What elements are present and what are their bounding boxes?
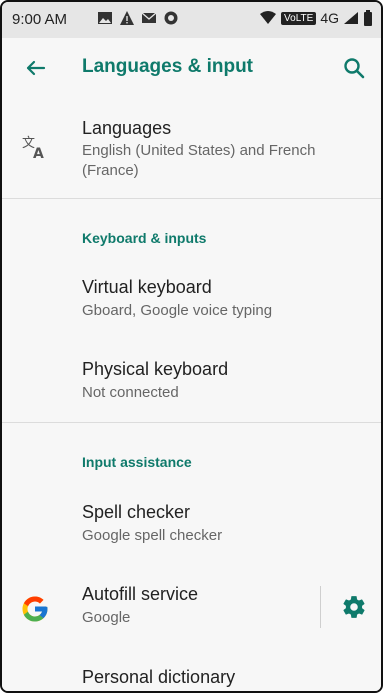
languages-summary: English (United States) and French (Fran…	[82, 142, 316, 179]
status-icons-right: VoLTE 4G	[259, 10, 373, 26]
settings-list: 文 A Languages English (United States) an…	[2, 100, 381, 691]
spell-checker-item[interactable]: Spell checker Google spell checker	[2, 486, 381, 566]
divider	[2, 198, 381, 199]
wifi-icon	[260, 11, 277, 24]
shield-icon	[164, 11, 178, 25]
warning-icon	[120, 11, 134, 25]
section-input-assistance: Input assistance	[82, 454, 192, 470]
status-time: 9:00 AM	[12, 11, 68, 28]
spell-checker-title: Spell checker	[82, 502, 191, 522]
personal-dictionary-title: Personal dictionary	[82, 667, 236, 687]
autofill-service-item[interactable]: Autofill service Google	[2, 568, 381, 650]
vertical-divider	[320, 586, 321, 628]
physical-keyboard-item[interactable]: Physical keyboard Not connected	[2, 342, 381, 422]
page-title: Languages & input	[82, 56, 253, 77]
phone-frame: 9:00 AM VoLTE 4G Languages & input 文 A L…	[0, 0, 383, 693]
app-bar: Languages & input	[2, 38, 381, 101]
gear-icon[interactable]	[341, 594, 367, 620]
translate-icon: 文 A	[22, 136, 44, 160]
google-g-icon	[22, 596, 48, 622]
languages-title: Languages	[82, 118, 172, 138]
virtual-keyboard-summary: Gboard, Google voice typing	[82, 302, 273, 319]
divider	[2, 422, 381, 423]
search-icon[interactable]	[341, 55, 367, 81]
signal-icon	[344, 12, 358, 24]
volte-badge: VoLTE	[281, 11, 317, 25]
physical-keyboard-title: Physical keyboard	[82, 359, 229, 379]
status-icons-left	[97, 10, 179, 26]
virtual-keyboard-item[interactable]: Virtual keyboard Gboard, Google voice ty…	[2, 260, 381, 340]
autofill-summary: Google	[82, 609, 131, 626]
status-bar: 9:00 AM VoLTE 4G	[2, 2, 381, 38]
autofill-title: Autofill service	[82, 584, 199, 604]
personal-dictionary-item[interactable]: Personal dictionary	[2, 652, 381, 691]
spell-checker-summary: Google spell checker	[82, 527, 223, 544]
virtual-keyboard-title: Virtual keyboard	[82, 277, 212, 297]
network-type: 4G	[320, 10, 339, 26]
physical-keyboard-summary: Not connected	[82, 384, 179, 401]
image-icon	[98, 12, 112, 24]
battery-icon	[364, 10, 372, 26]
svg-text:A: A	[33, 146, 44, 160]
languages-item[interactable]: 文 A Languages English (United States) an…	[2, 100, 381, 198]
section-keyboard-inputs: Keyboard & inputs	[82, 230, 207, 246]
mail-icon	[141, 12, 157, 23]
arrow-back-icon[interactable]	[24, 56, 48, 80]
